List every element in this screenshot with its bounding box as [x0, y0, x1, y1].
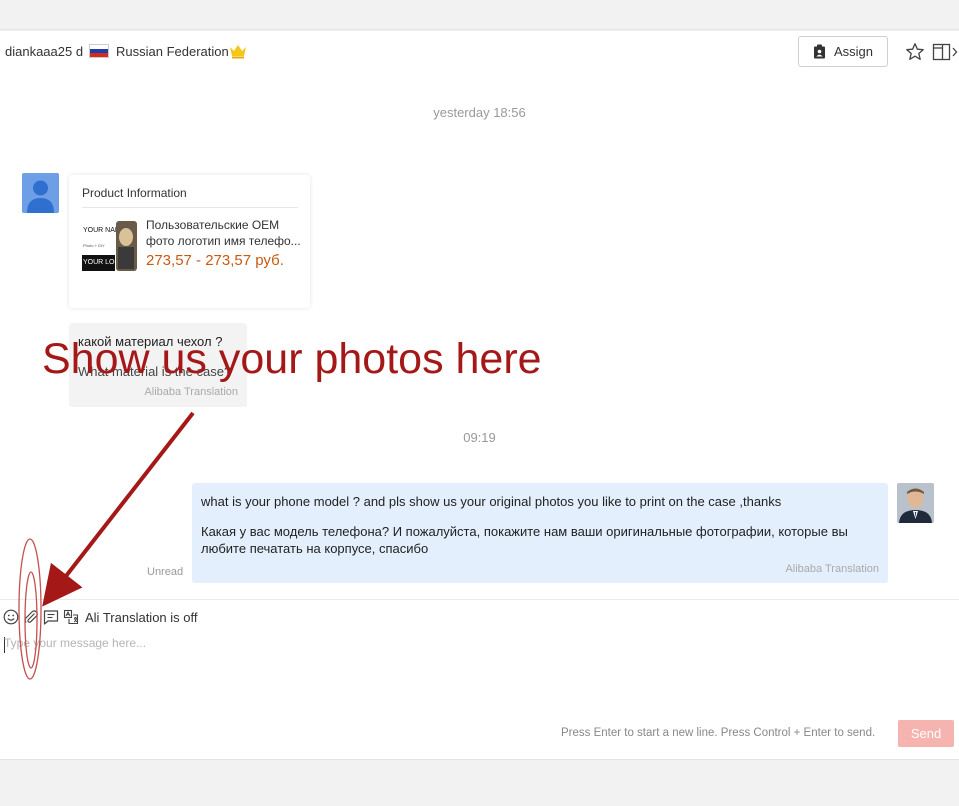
assign-icon	[813, 44, 825, 59]
message-timestamp: yesterday 18:56	[433, 105, 526, 120]
product-name[interactable]: Пользовательские OEM фото логотип имя те…	[146, 217, 304, 249]
composer-divider	[0, 599, 959, 600]
russia-flag-icon	[89, 44, 109, 58]
contact-avatar[interactable]	[22, 173, 59, 213]
product-card[interactable]: Product Information YOUR NAME Photo + DI…	[69, 175, 310, 308]
outgoing-message-translation: Какая у вас модель телефона? И пожалуйст…	[201, 524, 848, 556]
thumb-caption-name: YOUR NAME	[83, 227, 116, 234]
outgoing-message-original: what is your phone model ? and pls show …	[201, 494, 782, 509]
contact-name[interactable]: diankaaa25 d	[5, 44, 83, 59]
user-avatar-icon	[27, 180, 54, 213]
annotation-text: Show us your photos here	[42, 335, 542, 383]
top-bar	[0, 0, 959, 30]
outgoing-message: what is your phone model ? and pls show …	[192, 483, 888, 583]
my-avatar-photo	[897, 483, 934, 523]
chat-panel: diankaaa25 d Russian Federation Assign y…	[0, 31, 959, 759]
send-button[interactable]: Send	[898, 720, 954, 747]
thumb-caption-logo: YOUR LOGO	[83, 259, 115, 266]
product-thumbnail[interactable]: YOUR NAME Photo + DIY YOUR LOGO	[82, 221, 138, 273]
translate-icon[interactable]	[62, 608, 80, 626]
product-card-divider	[82, 207, 298, 208]
contact-country: Russian Federation	[116, 44, 229, 59]
message-input[interactable]	[4, 636, 904, 716]
emoji-icon[interactable]	[2, 608, 20, 626]
send-shortcut-hint: Press Enter to start a new line. Press C…	[561, 727, 876, 739]
product-card-title: Product Information	[82, 186, 187, 200]
message-read-status: Unread	[147, 566, 184, 578]
translation-toggle-status[interactable]: Ali Translation is off	[85, 610, 197, 625]
message-timestamp: 09:19	[463, 430, 496, 445]
thumb-caption-diy: Photo + DIY	[83, 243, 105, 248]
chat-header: diankaaa25 d Russian Federation Assign	[0, 31, 959, 73]
translation-source: Alibaba Translation	[144, 386, 238, 398]
crown-icon	[230, 45, 246, 59]
translation-source: Alibaba Translation	[785, 563, 879, 575]
star-icon[interactable]	[905, 42, 925, 62]
layout-toggle-icon[interactable]	[932, 42, 958, 62]
assign-label: Assign	[833, 44, 874, 59]
my-avatar[interactable]	[897, 483, 934, 523]
product-price: 273,57 - 273,57 руб.	[146, 252, 284, 269]
quick-reply-icon[interactable]	[42, 608, 60, 626]
assign-button[interactable]: Assign	[798, 36, 888, 67]
bottom-bar	[0, 759, 959, 806]
composer-toolbar: Ali Translation is off	[2, 607, 197, 627]
paperclip-icon[interactable]	[22, 608, 40, 626]
